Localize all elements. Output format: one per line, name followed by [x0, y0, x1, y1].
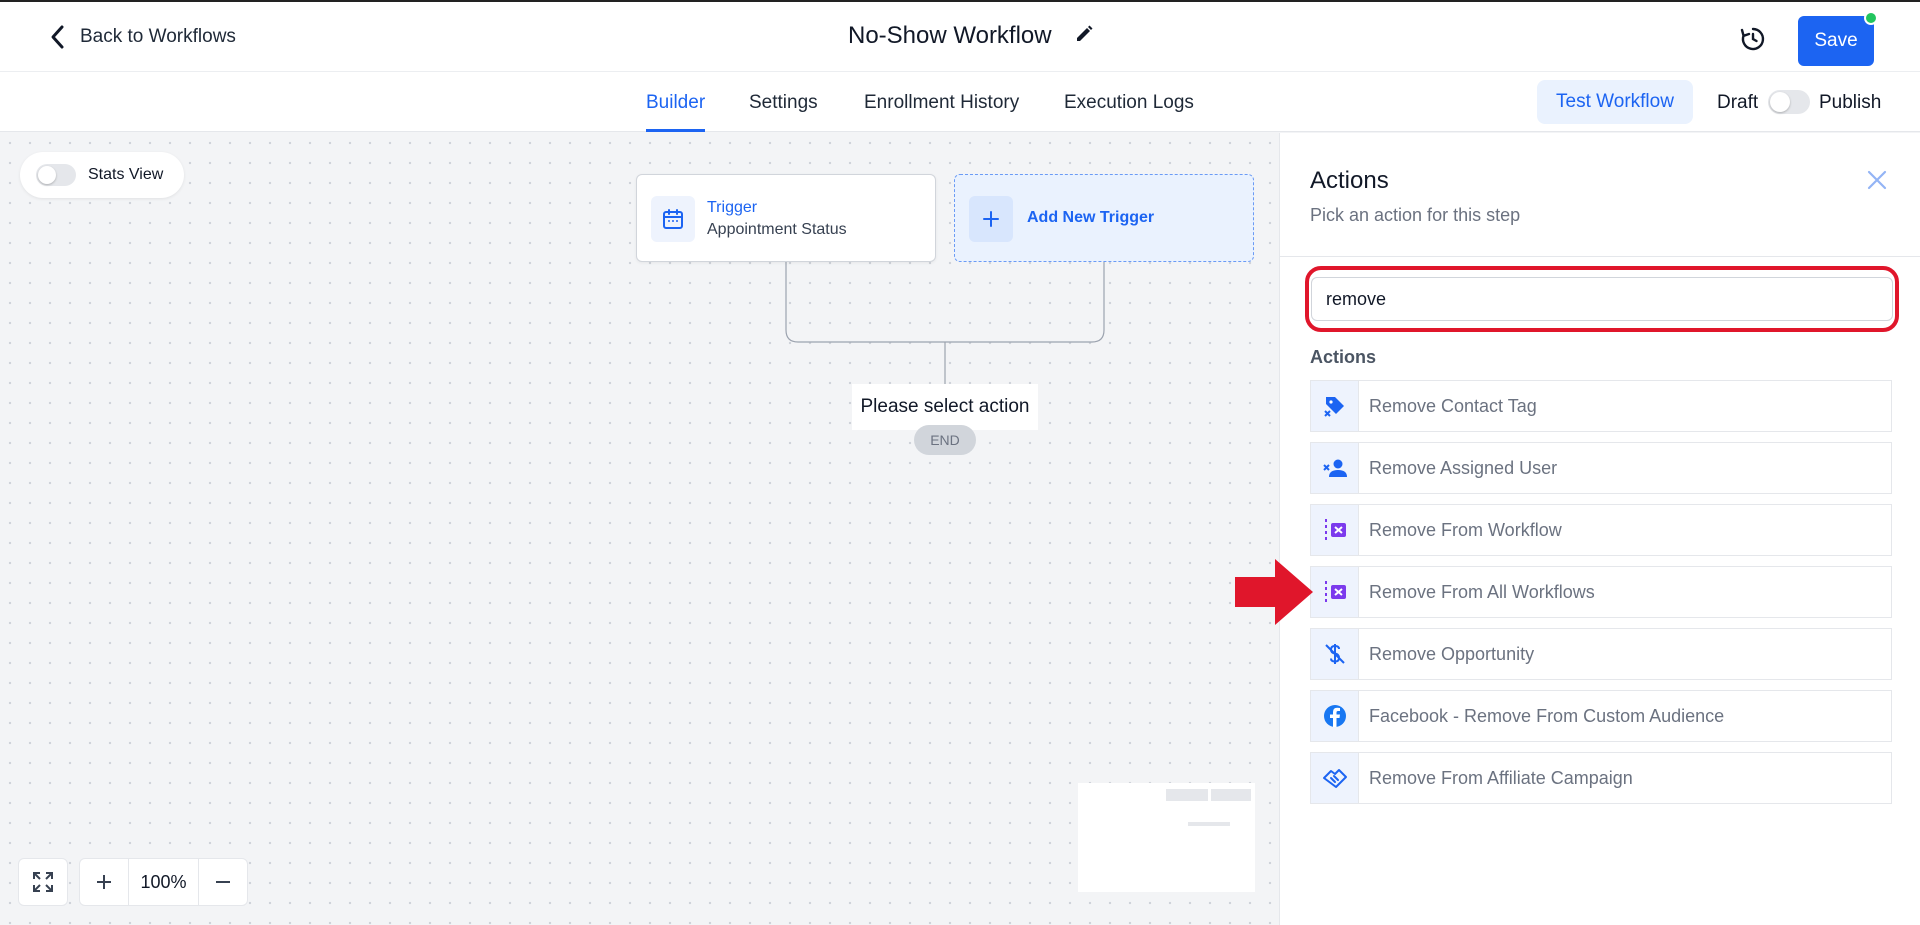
action-label: Remove From All Workflows: [1369, 581, 1595, 602]
action-remove-opportunity[interactable]: Remove Opportunity: [1310, 628, 1892, 680]
toggle-knob: [1770, 92, 1790, 112]
actions-panel: Actions Pick an action for this step Act…: [1279, 133, 1920, 925]
zoom-controls: 100%: [79, 858, 248, 906]
trigger-subtitle: Appointment Status: [707, 221, 847, 238]
minimap[interactable]: [1078, 783, 1255, 892]
zoom-level: 100%: [128, 859, 199, 905]
dollar-off-icon: [1324, 644, 1345, 664]
panel-title: Actions: [1310, 167, 1389, 194]
add-new-trigger-label: Add New Trigger: [1027, 209, 1155, 226]
publish-label: Publish: [1819, 92, 1882, 113]
trigger-card[interactable]: Trigger Appointment Status: [636, 174, 936, 262]
end-badge: END: [914, 425, 976, 455]
user-remove-icon: [1322, 459, 1347, 477]
select-action-node[interactable]: Please select action: [852, 384, 1038, 430]
action-list: Remove Contact Tag Remove Assigned User: [1310, 380, 1892, 814]
panel-subtitle: Pick an action for this step: [1310, 205, 1521, 225]
workflow-remove-icon: [1324, 519, 1346, 541]
expand-icon: [33, 872, 53, 892]
add-icon-box: [969, 196, 1013, 242]
publish-toggle[interactable]: [1768, 90, 1810, 114]
plus-icon: [97, 875, 111, 889]
panel-divider: [1280, 256, 1920, 257]
action-label: Remove Contact Tag: [1369, 395, 1537, 416]
action-remove-assigned-user[interactable]: Remove Assigned User: [1310, 442, 1892, 494]
action-facebook-remove-custom-audience[interactable]: Facebook - Remove From Custom Audience: [1310, 690, 1892, 742]
action-remove-from-all-workflows[interactable]: Remove From All Workflows: [1310, 566, 1892, 618]
minimap-node: [1211, 789, 1251, 801]
fit-view-button[interactable]: [18, 858, 68, 906]
save-button[interactable]: Save: [1798, 16, 1874, 66]
action-remove-contact-tag[interactable]: Remove Contact Tag: [1310, 380, 1892, 432]
action-label: Remove From Affiliate Campaign: [1369, 767, 1633, 788]
handshake-icon: [1322, 769, 1347, 788]
zoom-in-button[interactable]: [80, 859, 128, 905]
close-icon[interactable]: [1863, 166, 1891, 194]
arrow-right-icon: [1235, 559, 1313, 625]
action-remove-from-workflow[interactable]: Remove From Workflow: [1310, 504, 1892, 556]
action-label: Facebook - Remove From Custom Audience: [1369, 705, 1725, 726]
calendar-icon: [663, 209, 683, 229]
workflow-remove-all-icon: [1324, 581, 1346, 603]
action-search-input[interactable]: [1311, 277, 1893, 321]
action-label: Remove Opportunity: [1369, 643, 1535, 664]
tag-remove-icon: [1323, 397, 1344, 417]
test-workflow-button[interactable]: Test Workflow: [1537, 80, 1693, 124]
history-icon[interactable]: [1740, 26, 1766, 52]
minimap-node: [1188, 822, 1230, 826]
actions-section-label: Actions: [1310, 347, 1377, 367]
action-label: Remove From Workflow: [1369, 519, 1562, 540]
action-label: Remove Assigned User: [1369, 457, 1558, 478]
minimap-node: [1166, 789, 1208, 801]
plus-icon: [983, 211, 999, 227]
trigger-icon-box: [651, 196, 695, 242]
action-remove-from-affiliate-campaign[interactable]: Remove From Affiliate Campaign: [1310, 752, 1892, 804]
facebook-icon: [1323, 705, 1346, 727]
draft-label: Draft: [1717, 92, 1759, 113]
add-new-trigger-card[interactable]: Add New Trigger: [954, 174, 1254, 262]
zoom-out-button[interactable]: [199, 859, 247, 905]
trigger-title: Trigger: [707, 199, 758, 216]
status-dot: [1864, 11, 1878, 25]
minus-icon: [216, 881, 230, 883]
